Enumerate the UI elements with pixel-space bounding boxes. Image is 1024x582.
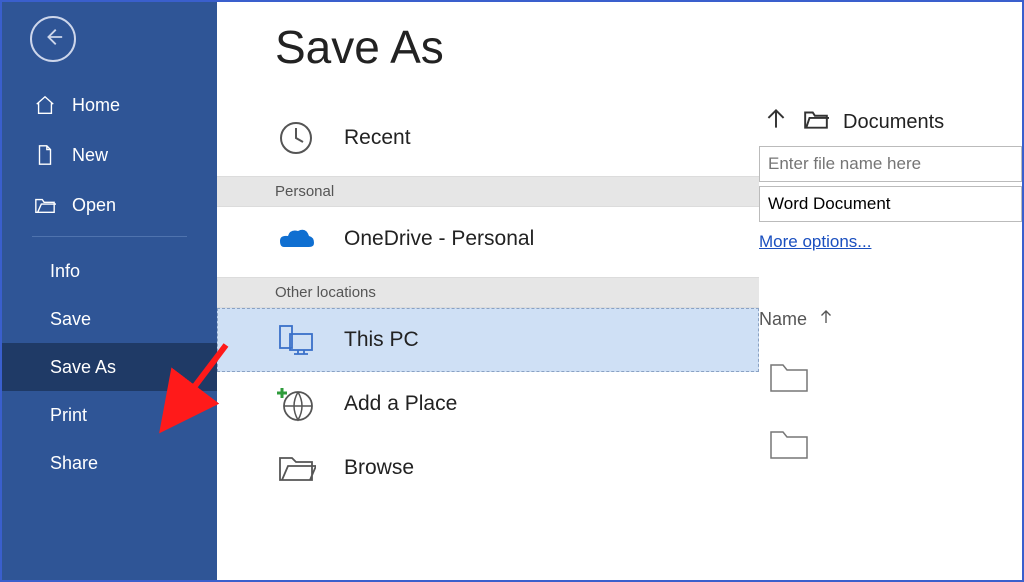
nav-label: Info [50,261,80,282]
location-label: Browse [344,456,414,480]
filetype-value: Word Document [768,194,891,214]
nav-label: Open [72,195,116,216]
folder-item[interactable] [759,428,1022,465]
back-button[interactable] [30,16,76,62]
nav-item-share[interactable]: Share [2,439,217,487]
sort-asc-icon [817,308,835,331]
backstage-sidebar: Home New Open Info Save Save As Print Sh… [2,2,217,580]
more-options-link[interactable]: More options... [759,232,1022,252]
location-browse[interactable]: Browse [217,436,759,500]
browse-folder-icon [276,448,316,488]
open-folder-icon [34,194,56,216]
page-title: Save As [217,2,759,80]
location-recent[interactable]: Recent [217,106,759,170]
backstage-frame: Home New Open Info Save Save As Print Sh… [0,0,1024,582]
nav-item-home[interactable]: Home [2,80,217,130]
folder-icon [769,447,809,464]
this-pc-icon [276,320,316,360]
nav-divider [32,236,187,237]
location-onedrive[interactable]: OneDrive - Personal [217,207,759,271]
nav-label: Share [50,453,98,474]
recent-icon [276,118,316,158]
location-label: Add a Place [344,392,457,416]
nav-label: Save [50,309,91,330]
back-arrow-icon [42,26,64,53]
nav-item-print[interactable]: Print [2,391,217,439]
location-label: This PC [344,328,419,352]
nav-item-save[interactable]: Save [2,295,217,343]
nav-label: Home [72,95,120,116]
nav-item-open[interactable]: Open [2,180,217,230]
breadcrumb[interactable]: Documents [759,106,1022,138]
breadcrumb-label: Documents [843,111,944,134]
section-header-other: Other locations [217,277,759,308]
location-label: Recent [344,126,411,150]
nav-label: New [72,145,108,166]
onedrive-icon [276,219,316,259]
folder-item[interactable] [759,361,1022,398]
nav-label: Save As [50,357,116,378]
add-place-icon [276,384,316,424]
nav-item-new[interactable]: New [2,130,217,180]
nav-label: Print [50,405,87,426]
nav-item-info[interactable]: Info [2,247,217,295]
location-this-pc[interactable]: This PC [217,308,759,372]
nav-item-save-as[interactable]: Save As [2,343,217,391]
column-label: Name [759,309,807,330]
save-as-center-panel: Save As Recent Personal OneDrive - Perso… [217,2,759,580]
column-header-name[interactable]: Name [759,308,1022,331]
home-icon [34,94,56,116]
folder-icon [769,380,809,397]
locations-list: Recent Personal OneDrive - Personal Othe… [217,106,759,500]
folder-icon [803,106,829,138]
location-label: OneDrive - Personal [344,227,534,251]
location-add-place[interactable]: Add a Place [217,372,759,436]
filename-input[interactable] [759,146,1022,182]
section-header-personal: Personal [217,176,759,207]
filename-row [759,146,1022,182]
filetype-select[interactable]: Word Document [759,186,1022,222]
up-arrow-icon[interactable] [763,106,789,138]
new-doc-icon [34,144,56,166]
save-as-right-panel: Documents Word Document More options... … [759,2,1022,580]
